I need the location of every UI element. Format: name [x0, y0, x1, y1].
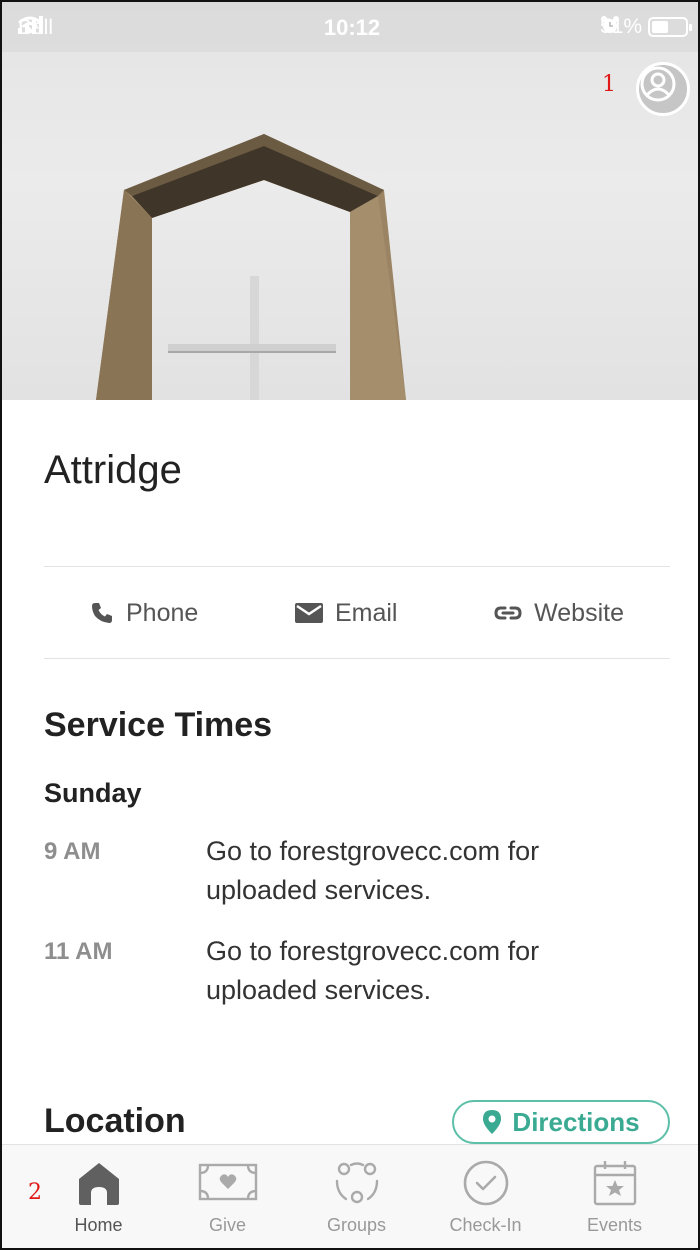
service-times-heading: Service Times — [44, 706, 273, 744]
tab-label: Home — [74, 1215, 123, 1235]
tab-home[interactable]: Home — [34, 1145, 163, 1248]
service-item: 9 AM Go to forestgrovecc.com for uploade… — [44, 832, 670, 910]
service-day: Sunday — [44, 778, 142, 808]
battery-icon — [648, 17, 692, 37]
mail-icon — [294, 603, 323, 623]
events-icon — [593, 1161, 636, 1206]
page-title: Attridge — [44, 448, 182, 492]
service-item: 11 AM Go to forestgrovecc.com for upload… — [44, 932, 670, 1010]
directions-label: Directions — [512, 1106, 640, 1137]
divider-bottom — [44, 658, 670, 659]
tab-check-in[interactable]: Check-In — [421, 1145, 550, 1248]
bottom-tab-bar: Home Give Groups Check-In Events — [2, 1144, 698, 1248]
tab-events[interactable]: Events — [550, 1145, 679, 1248]
email-label: Email — [334, 598, 398, 627]
status-time: 10:12 — [323, 15, 381, 40]
check-in-icon — [463, 1160, 508, 1206]
alarm-icon — [600, 16, 619, 33]
map-pin-icon — [483, 1110, 502, 1134]
service-time: 9 AM — [44, 838, 101, 865]
location-heading: Location — [44, 1102, 186, 1140]
app-screen: Bell 10:12 51% — [0, 0, 700, 1250]
give-icon — [198, 1163, 257, 1201]
annotation-marker-2: 2 — [28, 1180, 42, 1205]
link-icon — [494, 606, 522, 620]
tab-label: Groups — [326, 1215, 387, 1235]
service-time: 11 AM — [44, 938, 113, 965]
phone-button[interactable]: Phone — [90, 599, 198, 628]
tab-label: Check-In — [449, 1215, 522, 1235]
annotation-marker-1: 1 — [602, 72, 616, 97]
tab-groups[interactable]: Groups — [292, 1145, 421, 1248]
email-button[interactable]: Email — [294, 598, 398, 628]
profile-button[interactable] — [636, 62, 690, 116]
phone-icon — [92, 603, 112, 623]
status-right: 51% — [600, 15, 692, 39]
website-button[interactable]: Website — [494, 599, 624, 628]
service-description: Go to forestgrovecc.com for uploaded ser… — [206, 836, 540, 905]
service-description: Go to forestgrovecc.com for uploaded ser… — [206, 936, 540, 1005]
user-avatar-icon — [640, 66, 676, 102]
directions-button[interactable]: Directions — [452, 1100, 670, 1144]
contact-actions: Phone Email Website — [44, 568, 670, 658]
tab-label: Events — [586, 1215, 643, 1235]
website-label: Website — [534, 598, 624, 627]
groups-icon — [335, 1162, 378, 1204]
battery-fill — [652, 21, 668, 33]
phone-label: Phone — [126, 598, 199, 627]
tab-label: Give — [208, 1215, 246, 1235]
church-arch-illustration — [2, 2, 698, 400]
status-bar: Bell 10:12 51% — [2, 2, 698, 52]
divider-top — [44, 566, 670, 567]
church-hero-image: Bell 10:12 51% — [2, 2, 698, 400]
home-icon — [78, 1163, 119, 1205]
tab-give[interactable]: Give — [163, 1145, 292, 1248]
